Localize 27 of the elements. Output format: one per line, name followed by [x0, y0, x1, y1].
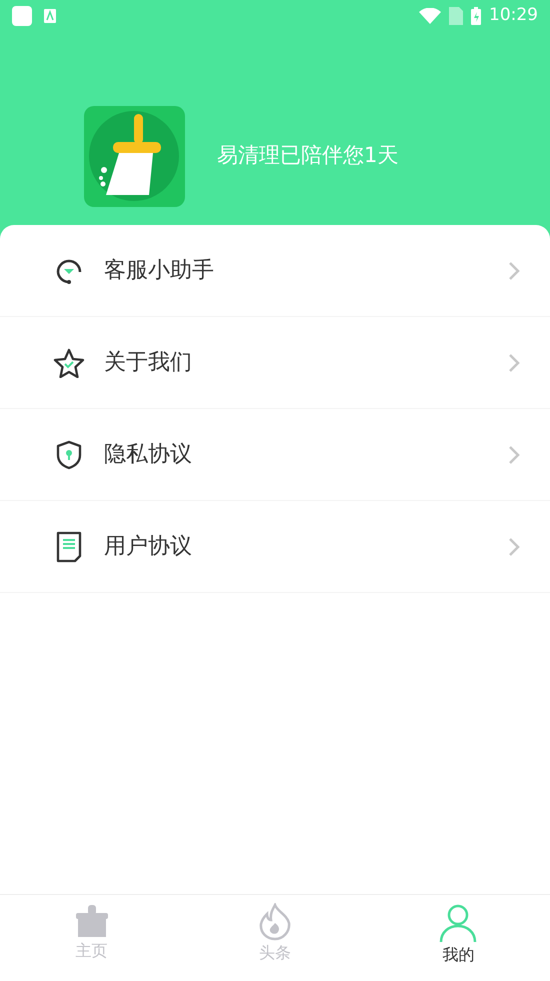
- menu-label: 关于我们: [104, 349, 192, 377]
- greeting-text: 易清理已陪伴您1天: [217, 142, 398, 168]
- app-notification-icon: [44, 9, 56, 23]
- menu-item[interactable]: 客服小助手: [0, 225, 550, 317]
- menu-label: 用户协议: [104, 533, 192, 561]
- wifi-icon: [419, 8, 441, 24]
- shield-icon: [55, 440, 83, 470]
- star-icon: [53, 348, 85, 378]
- chevron-right-icon: [508, 260, 520, 280]
- menu-label: 隐私协议: [104, 441, 192, 469]
- clock-time: 10:29: [489, 4, 538, 28]
- document-icon: [55, 530, 83, 562]
- person-icon: [438, 903, 478, 943]
- menu-item[interactable]: 关于我们: [0, 317, 550, 409]
- chevron-right-icon: [508, 444, 520, 464]
- menu-item[interactable]: 隐私协议: [0, 409, 550, 501]
- app-logo-icon: [84, 106, 185, 207]
- flame-icon: [256, 903, 293, 941]
- menu-label: 客服小助手: [104, 257, 214, 285]
- no-sim-icon: [449, 7, 463, 25]
- chevron-right-icon: [508, 352, 520, 372]
- menu-item[interactable]: 用户协议: [0, 501, 550, 593]
- broom-icon: [74, 903, 110, 939]
- tab-bar-item[interactable]: 我的: [366, 895, 550, 981]
- chevron-right-icon: [508, 536, 520, 556]
- notification-icon: [12, 6, 32, 26]
- battery-icon: [471, 7, 481, 25]
